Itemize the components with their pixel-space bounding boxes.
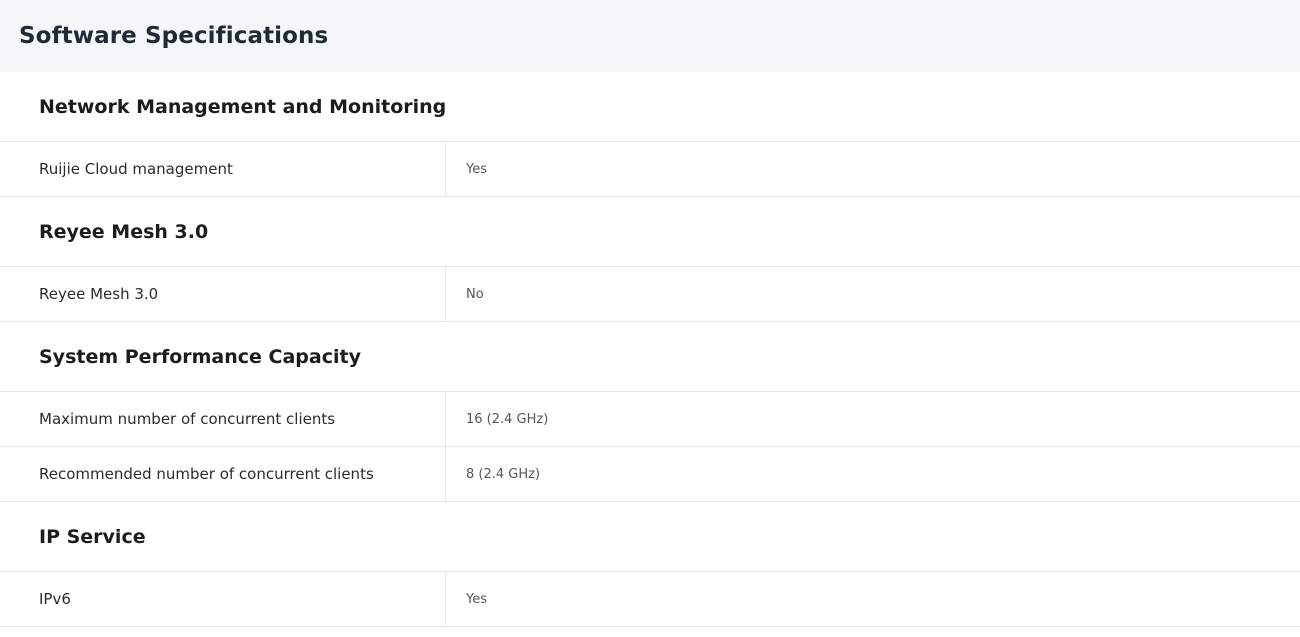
spec-row: Ruijie Cloud management Yes	[0, 142, 1300, 197]
spec-label: IPv6	[0, 572, 446, 626]
spec-row: IPv6 Yes	[0, 572, 1300, 627]
section-heading-reyee-mesh: Reyee Mesh 3.0	[0, 197, 1300, 267]
section-heading-text: Reyee Mesh 3.0	[39, 220, 209, 243]
spec-value: Yes	[466, 161, 487, 177]
section-heading-text: Network Management and Monitoring	[39, 95, 447, 118]
page-header: Software Specifications	[0, 0, 1300, 72]
section-heading-network-management: Network Management and Monitoring	[0, 72, 1300, 142]
spec-label: Ruijie Cloud management	[0, 142, 446, 196]
spec-row: Reyee Mesh 3.0 No	[0, 267, 1300, 322]
spec-label: Recommended number of concurrent clients	[0, 447, 446, 501]
spec-label: Maximum number of concurrent clients	[0, 392, 446, 446]
spec-value: 16 (2.4 GHz)	[466, 411, 549, 427]
spec-row: Maximum number of concurrent clients 16 …	[0, 392, 1300, 447]
spec-sections: Network Management and Monitoring Ruijie…	[0, 72, 1300, 627]
spec-row: Recommended number of concurrent clients…	[0, 447, 1300, 502]
spec-value: No	[466, 286, 484, 302]
section-heading-ip-service: IP Service	[0, 502, 1300, 572]
spec-label: Reyee Mesh 3.0	[0, 267, 446, 321]
spec-value: 8 (2.4 GHz)	[466, 466, 541, 482]
spec-value: Yes	[466, 591, 487, 607]
page-title: Software Specifications	[19, 23, 329, 49]
section-heading-text: System Performance Capacity	[39, 345, 361, 368]
section-heading-system-performance: System Performance Capacity	[0, 322, 1300, 392]
section-heading-text: IP Service	[39, 525, 146, 548]
